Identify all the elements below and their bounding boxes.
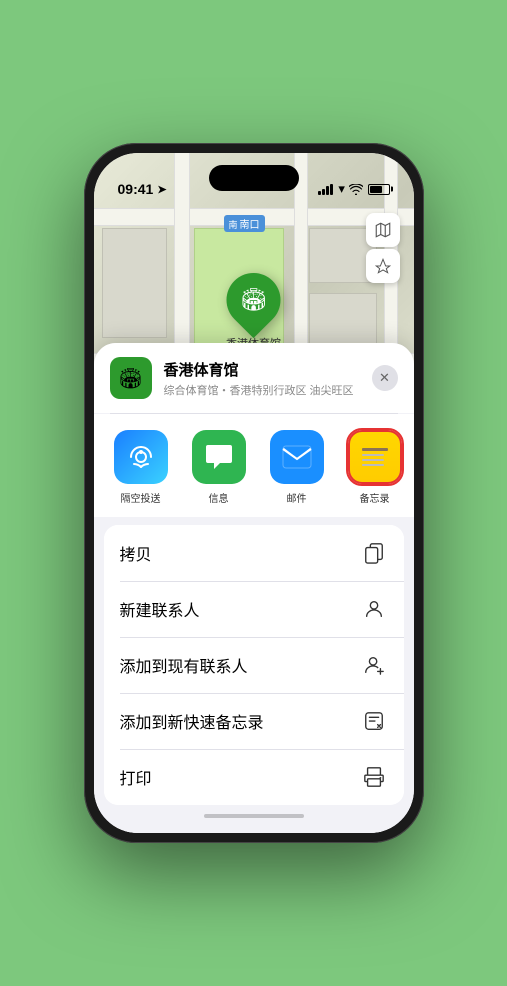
- home-indicator: [204, 814, 304, 818]
- share-notes[interactable]: 备忘录: [340, 430, 410, 505]
- menu-new-contact[interactable]: 新建联系人: [104, 581, 404, 637]
- menu-add-existing[interactable]: 添加到现有联系人: [104, 637, 404, 693]
- time-display: 09:41: [118, 181, 154, 197]
- mail-label: 邮件: [287, 490, 307, 505]
- close-button[interactable]: ✕: [372, 365, 398, 391]
- mail-icon: [270, 430, 324, 484]
- menu-section: 拷贝 新建联系人: [104, 525, 404, 805]
- phone-frame: 09:41 ➤ ▾: [84, 143, 424, 843]
- share-messages[interactable]: 信息: [184, 430, 254, 505]
- status-icons: ▾: [318, 181, 389, 197]
- map-controls: [366, 213, 400, 283]
- menu-quick-note[interactable]: 添加到新快速备忘录: [104, 693, 404, 749]
- phone-screen: 09:41 ➤ ▾: [94, 153, 414, 833]
- menu-quick-note-label: 添加到新快速备忘录: [120, 709, 264, 733]
- pin-circle: 🏟: [215, 262, 291, 338]
- menu-print[interactable]: 打印: [104, 749, 404, 805]
- share-airdrop[interactable]: 隔空投送: [106, 430, 176, 505]
- battery-fill: [370, 186, 383, 193]
- notes-line-1: [362, 448, 388, 451]
- messages-icon: [192, 430, 246, 484]
- location-button[interactable]: [366, 249, 400, 283]
- notes-lines: [362, 448, 388, 466]
- menu-copy-label: 拷贝: [120, 541, 152, 565]
- notes-line-3: [362, 459, 384, 461]
- venue-card: 🏟 香港体育馆 综合体育馆・香港特别行政区 油尖旺区 ✕: [94, 343, 414, 413]
- person-add-icon: [360, 651, 388, 679]
- venue-subtitle: 综合体育馆・香港特别行政区 油尖旺区: [164, 382, 360, 398]
- bottom-bar: [94, 805, 414, 833]
- location-pin: 🏟 香港体育馆: [226, 273, 281, 351]
- signal-bar-2: [322, 189, 325, 195]
- signal-bar-3: [326, 186, 329, 195]
- airdrop-label: 隔空投送: [121, 490, 161, 505]
- print-icon: [360, 763, 388, 791]
- signal-bar-1: [318, 191, 321, 195]
- signal-bar-4: [330, 184, 333, 195]
- menu-print-label: 打印: [120, 765, 152, 789]
- location-arrow-icon: ➤: [157, 183, 166, 196]
- notes-icon: [348, 430, 402, 484]
- battery-icon: [368, 184, 390, 195]
- messages-label: 信息: [209, 490, 229, 505]
- menu-new-contact-label: 新建联系人: [120, 597, 200, 621]
- share-mail[interactable]: 邮件: [262, 430, 332, 505]
- notes-line-2: [362, 454, 384, 456]
- venue-name: 香港体育馆: [164, 359, 360, 380]
- menu-add-existing-label: 添加到现有联系人: [120, 653, 248, 677]
- venue-icon: 🏟: [110, 357, 152, 399]
- dynamic-island: [209, 165, 299, 191]
- bottom-sheet: 🏟 香港体育馆 综合体育馆・香港特别行政区 油尖旺区 ✕: [94, 343, 414, 833]
- map-label: 南南口南口: [224, 215, 265, 232]
- menu-copy[interactable]: 拷贝: [104, 525, 404, 581]
- map-block-3: [309, 293, 377, 346]
- status-time: 09:41 ➤: [118, 181, 167, 197]
- quick-note-icon: [360, 707, 388, 735]
- airdrop-icon: [114, 430, 168, 484]
- pin-emoji: 🏟: [240, 287, 268, 313]
- venue-info: 香港体育馆 综合体育馆・香港特别行政区 油尖旺区: [164, 359, 360, 398]
- share-row: 隔空投送 信息: [94, 414, 414, 517]
- map-block-4: [102, 228, 167, 338]
- signal-bars: [318, 184, 333, 195]
- copy-icon: [360, 539, 388, 567]
- notes-label: 备忘录: [360, 490, 390, 505]
- map-type-button[interactable]: [366, 213, 400, 247]
- wifi-icon: ▾: [338, 181, 362, 197]
- notes-line-4: [362, 464, 384, 466]
- person-icon: [360, 595, 388, 623]
